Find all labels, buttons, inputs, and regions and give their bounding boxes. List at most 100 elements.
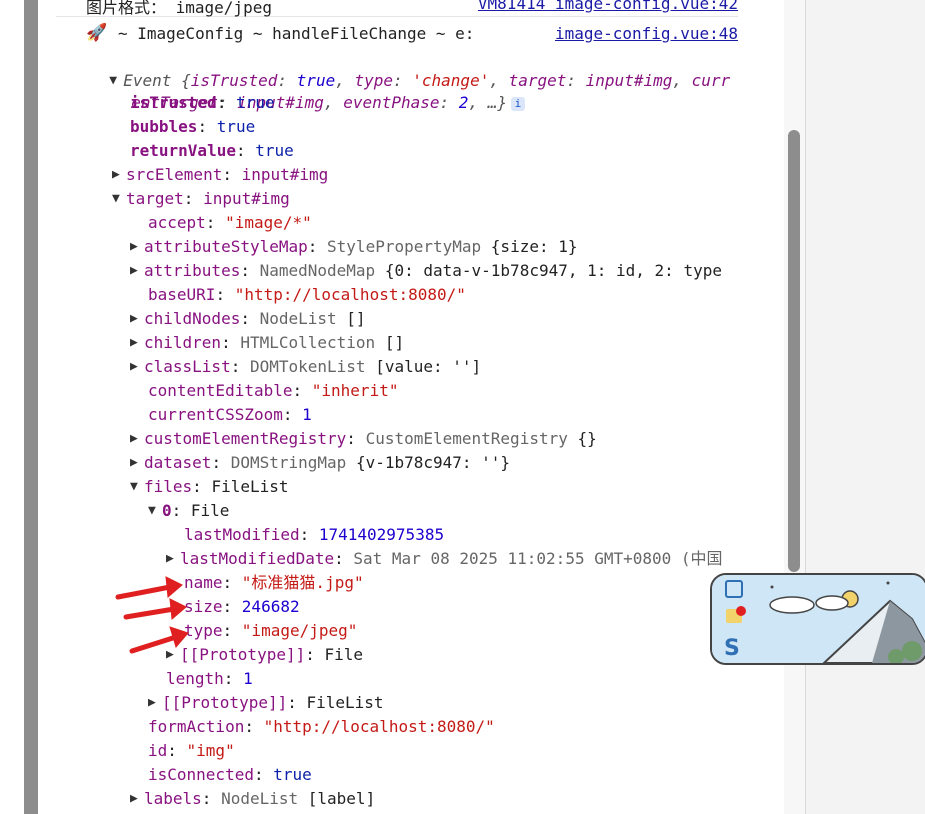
prop-row[interactable]: ▶ attributeStyleMap: StylePropertyMap {si… [130, 235, 578, 259]
property-key: lastModified [184, 525, 300, 544]
punctuation: : [222, 165, 242, 184]
prop-row: formAction: "http://localhost:8080/" [148, 715, 495, 739]
property-key: isTrusted [130, 93, 217, 112]
svg-text:S: S [724, 636, 740, 661]
property-value: [] [384, 333, 405, 352]
prop-row: contentEditable: "inherit" [148, 379, 398, 403]
scrollbar-thumb[interactable] [788, 130, 800, 572]
event-summary-row-2: entTarget: input#img, eventPhase: 2, …} i [112, 67, 525, 112]
property-key: accept [148, 213, 206, 232]
prop-row[interactable]: ▶ attributes: NamedNodeMap {0: data-v-1b7… [130, 259, 722, 283]
expand-triangle-icon[interactable]: ▼ [130, 475, 144, 499]
property-key: id [148, 741, 168, 760]
prop-row: currentCSSZoom: 1 [148, 403, 312, 427]
arrow-size-icon [123, 606, 177, 620]
prop-row[interactable]: ▼ 0: File [148, 499, 229, 523]
property-value: Sat Mar 08 2025 11:02:55 GMT+0800 (中国 [353, 549, 723, 568]
previous-source-link[interactable]: VM81414 image-config.vue:42 [478, 0, 738, 13]
prop-row[interactable]: ▶ [[Prototype]]: FileList [148, 691, 384, 715]
collapsed-triangle-icon[interactable]: ▶ [112, 163, 126, 187]
property-value: "image/*" [225, 213, 312, 232]
property-value: [] [346, 309, 366, 328]
prop-row[interactable]: ▶ childNodes: NodeList [] [130, 307, 366, 331]
expand-triangle-icon[interactable]: ▼ [112, 187, 126, 211]
property-value: "img" [186, 741, 235, 760]
punctuation: : [171, 501, 191, 520]
punctuation: : [240, 309, 260, 328]
left-panel-divider[interactable] [24, 0, 38, 814]
property-value: true [255, 141, 294, 160]
console-message-previous: 图片格式： image/jpeg VM81414 image-config.vu… [56, 0, 738, 17]
prop-row: isConnected: true [148, 763, 312, 787]
property-value: true [273, 765, 312, 784]
property-value: "image/jpeg" [241, 621, 358, 640]
prop-row[interactable]: ▶ children: HTMLCollection [] [130, 331, 404, 355]
property-key: customElementRegistry [144, 429, 347, 448]
source-link[interactable]: image-config.vue:48 [555, 24, 738, 43]
punctuation: : [205, 213, 226, 232]
property-value: true [216, 117, 256, 136]
punctuation: : [244, 717, 264, 736]
punctuation: : [222, 621, 242, 640]
collapsed-triangle-icon[interactable]: ▶ [130, 355, 144, 379]
property-value: {0: data-v-1b78c947, 1: id, 2: type [384, 261, 722, 280]
property-key: length [166, 669, 224, 688]
prop-row: isTrusted: true [130, 91, 275, 115]
event-key: eventPhase [343, 93, 440, 112]
console-message: 🚀 ~ ImageConfig ~ handleFileChange ~ e: … [86, 22, 738, 46]
expand-triangle-icon[interactable]: ▼ [148, 499, 162, 523]
punctuation: : [307, 237, 328, 256]
property-value: {} [577, 429, 597, 448]
collapsed-triangle-icon[interactable]: ▶ [148, 691, 162, 715]
collapsed-triangle-icon[interactable]: ▶ [130, 259, 144, 283]
property-value: "inherit" [311, 381, 399, 400]
arrow-type-icon [129, 634, 179, 654]
previous-log-text: 图片格式： image/jpeg [86, 0, 272, 17]
prop-row[interactable]: ▼ target: input#img [112, 187, 290, 211]
property-value: input#img [203, 189, 290, 208]
prop-row[interactable]: ▶ srcElement: input#img [112, 163, 328, 187]
property-key: attributes [144, 261, 241, 280]
punctuation: : [223, 669, 244, 688]
prop-row[interactable]: ▶ customElementRegistry: CustomElementReg… [130, 427, 597, 451]
collapsed-triangle-icon[interactable]: ▶ [166, 547, 180, 571]
prop-row[interactable]: ▶ lastModifiedDate: Sat Mar 08 2025 11:02… [166, 547, 723, 571]
punctuation: : [197, 117, 217, 136]
property-value: 1 [243, 669, 253, 688]
prop-row[interactable]: ▶ labels: NodeList [label] [130, 787, 375, 811]
collapsed-triangle-icon[interactable]: ▶ [130, 235, 144, 259]
punctuation: : [221, 333, 241, 352]
property-value: true [235, 93, 275, 112]
property-value: [value: ''] [375, 357, 482, 376]
property-type: DOMTokenList [249, 357, 366, 376]
punctuation: : [282, 405, 303, 424]
event-key: curr [691, 71, 731, 90]
property-value: [label] [307, 789, 376, 808]
property-type: HTMLCollection [240, 333, 376, 352]
collapsed-triangle-icon[interactable]: ▶ [130, 427, 144, 451]
event-value: 2 [458, 93, 469, 112]
collapsed-triangle-icon[interactable]: ▶ [130, 787, 144, 811]
property-key: children [144, 333, 222, 352]
property-type: FileList [306, 693, 384, 712]
prop-row[interactable]: ▼ files: FileList [130, 475, 289, 499]
collapsed-triangle-icon[interactable]: ▶ [130, 307, 144, 331]
property-key: [[Prototype]] [162, 693, 288, 712]
collapsed-triangle-icon[interactable]: ▶ [130, 451, 144, 475]
property-type: File [324, 645, 364, 664]
property-key: lastModifiedDate [180, 549, 335, 568]
property-key: files [144, 477, 193, 496]
property-key: contentEditable [148, 381, 293, 400]
punctuation: : [211, 453, 231, 472]
property-type: FileList [211, 477, 289, 496]
prop-row[interactable]: ▶ classList: DOMTokenList [value: ''] [130, 355, 481, 379]
punctuation: : [287, 693, 307, 712]
collapsed-triangle-icon[interactable]: ▶ [130, 331, 144, 355]
left-gutter [0, 0, 24, 814]
prop-row: name: "标准猫猫.jpg" [184, 571, 364, 595]
punctuation: : [183, 189, 204, 208]
prop-row[interactable]: ▶ dataset: DOMStringMap {v-1b78c947: ''} [130, 451, 510, 475]
event-summary-row[interactable]: ▼ Event {isTrusted: true, type: 'change',… [90, 45, 730, 90]
annotation-arrows [115, 576, 189, 654]
info-icon[interactable]: i [510, 96, 525, 111]
